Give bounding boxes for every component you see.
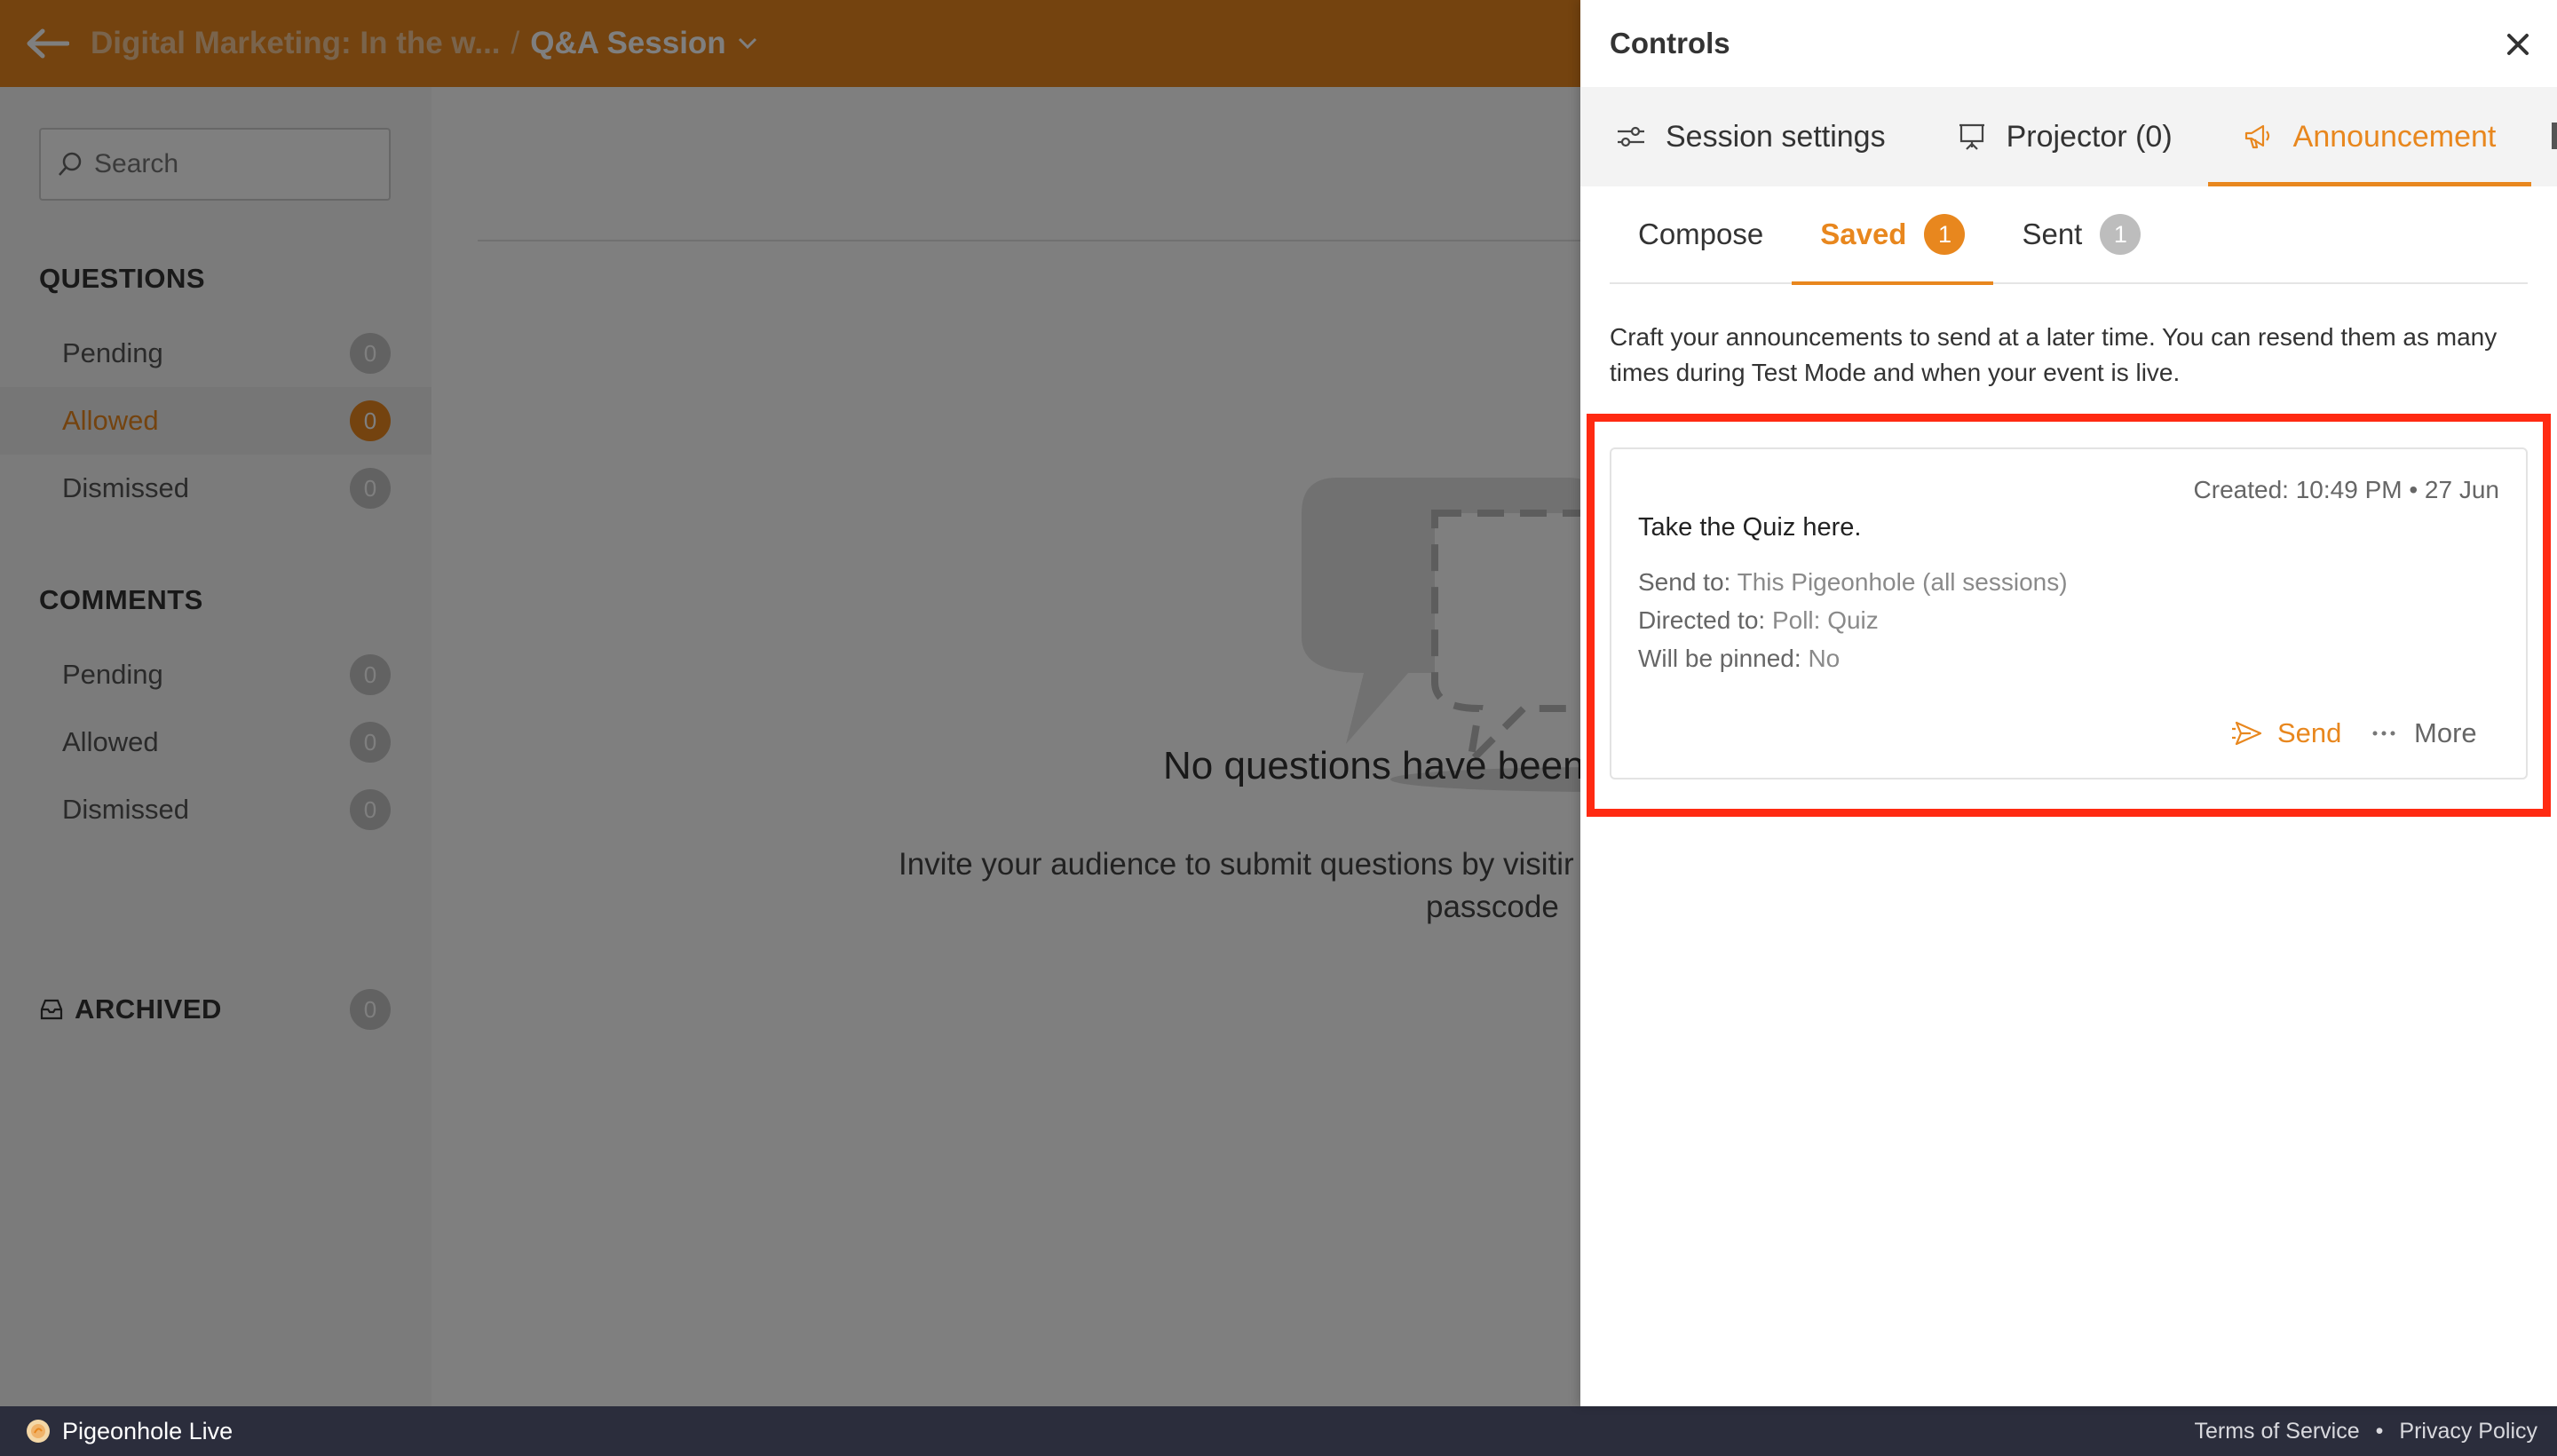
panel-tabs: Session settings Projector (0) Announcem… (1580, 87, 2557, 186)
announcement-title: Take the Quiz here. (1638, 513, 1862, 542)
saved-announcement-card: Created: 10:49 PM • 27 Jun Take the Quiz… (1610, 447, 2528, 779)
tab-announcement[interactable]: Announcement (2207, 87, 2532, 186)
privacy-policy-link[interactable]: Privacy Policy (2399, 1419, 2537, 1444)
panel-header: Controls (1580, 0, 2557, 87)
pinned-label: Will be pinned: (1638, 645, 1801, 672)
send-icon (2232, 721, 2262, 746)
sub-tab-compose[interactable]: Compose (1610, 186, 1792, 283)
sub-tab-label: Sent (2022, 218, 2083, 250)
saved-description: Craft your announcements to send at a la… (1610, 323, 2498, 386)
created-timestamp: Created: 10:49 PM • 27 Jun (2193, 476, 2499, 503)
app-background: Digital Marketing: In the w... / Q&A Ses… (0, 0, 2557, 1456)
more-dots-icon (2372, 731, 2395, 736)
footer-links: Terms of Service • Privacy Policy (2194, 1406, 2537, 1456)
pinned-value: No (1808, 645, 1841, 672)
modal-backdrop[interactable] (0, 0, 1580, 1406)
directed-to-label: Directed to: (1638, 606, 1766, 634)
tab-label: Projector (0) (2006, 119, 2173, 154)
directed-to-value: Poll: Quiz (1771, 606, 1879, 634)
megaphone-icon (2244, 124, 2269, 149)
tab-label: Session settings (1666, 119, 1886, 154)
controls-panel: Controls Session settings Projector (0) … (1580, 0, 2557, 1406)
tab-overflow-indicator[interactable] (2552, 123, 2557, 149)
sub-tab-sent[interactable]: Sent 1 (1993, 186, 2169, 283)
projector-icon (1959, 123, 1984, 150)
send-button[interactable]: Send (2231, 717, 2341, 749)
directed-to-row: Directed to: Poll: Quiz (1638, 606, 1879, 635)
saved-count-badge: 1 (1924, 214, 1966, 255)
sub-tab-saved[interactable]: Saved 1 (1792, 186, 1994, 285)
more-button[interactable]: More (2371, 717, 2477, 749)
terms-of-service-link[interactable]: Terms of Service (2194, 1419, 2359, 1444)
pigeonhole-logo-icon (27, 1420, 50, 1443)
close-icon (2507, 34, 2529, 55)
sent-count-badge: 1 (2100, 214, 2141, 255)
close-button[interactable] (2498, 25, 2537, 64)
announcement-sub-tabs: Compose Saved 1 Sent 1 (1610, 186, 2528, 285)
send-to-row: Send to: This Pigeonhole (all sessions) (1638, 568, 2068, 597)
pinned-row: Will be pinned: No (1638, 645, 1840, 673)
footer: Pigeonhole Live Terms of Service • Priva… (0, 1406, 2557, 1456)
send-label: Send (2277, 717, 2342, 748)
sliders-icon (1618, 126, 1644, 147)
footer-separator: • (2375, 1418, 2384, 1444)
panel-title: Controls (1610, 27, 1730, 59)
tab-session-settings[interactable]: Session settings (1580, 87, 1921, 186)
sub-tab-label: Compose (1638, 218, 1764, 250)
send-to-label: Send to: (1638, 568, 1731, 596)
more-label: More (2414, 717, 2477, 748)
tab-projector[interactable]: Projector (0) (1921, 87, 2208, 186)
sub-tab-label: Saved (1820, 218, 1907, 250)
tab-label: Announcement (2292, 119, 2497, 154)
footer-brand: Pigeonhole Live (62, 1417, 234, 1444)
send-to-value: This Pigeonhole (all sessions) (1737, 568, 2068, 596)
